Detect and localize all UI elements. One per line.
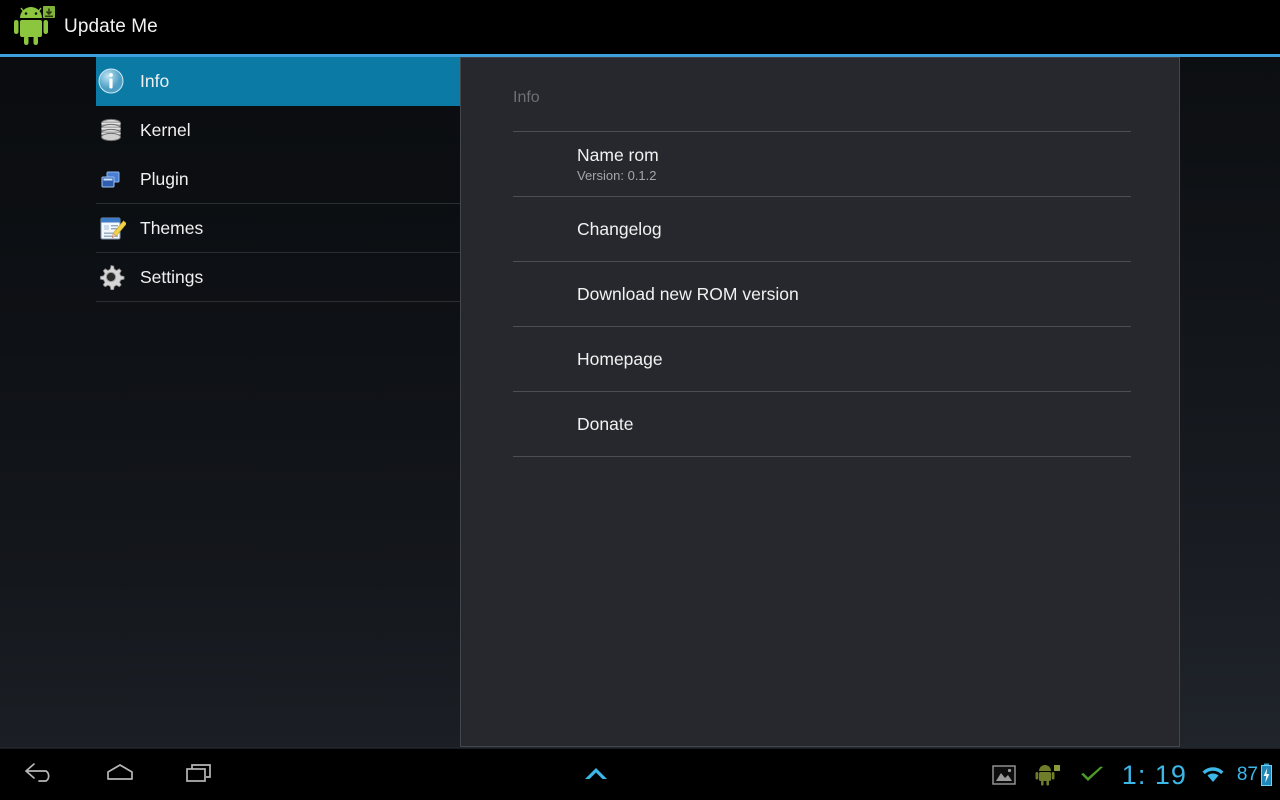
sidebar-item-label: Plugin bbox=[140, 168, 189, 189]
android-download-icon bbox=[10, 5, 56, 49]
content-panel: Info Name rom Version: 0.1.2 Changelog D… bbox=[460, 57, 1180, 747]
notepad-pencil-icon bbox=[96, 213, 128, 243]
list-item-donate[interactable]: Donate bbox=[513, 392, 1131, 456]
info-icon bbox=[96, 66, 126, 96]
wifi-icon[interactable] bbox=[1191, 749, 1235, 800]
list-item-title: Download new ROM version bbox=[577, 284, 799, 304]
sidebar-item-label: Info bbox=[140, 70, 170, 91]
clock[interactable]: 1: 19 bbox=[1114, 749, 1191, 800]
list-item-title: Homepage bbox=[577, 349, 663, 369]
home-icon bbox=[103, 761, 137, 790]
panel-section-header: Info bbox=[513, 89, 540, 106]
recent-apps-button[interactable] bbox=[160, 749, 240, 800]
chevron-up-icon bbox=[581, 762, 611, 789]
app-title: Update Me bbox=[64, 16, 158, 37]
back-arrow-icon bbox=[23, 761, 57, 790]
sidebar-item-plugin[interactable]: Plugin bbox=[96, 155, 460, 204]
sidebar-item-themes[interactable]: Themes bbox=[96, 204, 460, 253]
list-item-homepage[interactable]: Homepage bbox=[513, 327, 1131, 391]
expand-up-button[interactable] bbox=[556, 749, 636, 800]
home-button[interactable] bbox=[80, 749, 160, 800]
content-panel-inner: Info Name rom Version: 0.1.2 Changelog D… bbox=[462, 59, 1178, 745]
sidebar-item-info[interactable]: Info bbox=[96, 57, 460, 106]
app-title-bar: Update Me bbox=[0, 0, 1280, 54]
list-item-title: Name rom bbox=[577, 144, 659, 165]
battery-percent[interactable]: 87 bbox=[1235, 764, 1258, 786]
tablet-screen: Update Me Info Kernel Plugin Themes Sett… bbox=[0, 0, 1280, 800]
list-item-subtitle: Version: 0.1.2 bbox=[577, 167, 657, 183]
list-item-changelog[interactable]: Changelog bbox=[513, 197, 1131, 261]
list-item-title: Changelog bbox=[577, 219, 662, 239]
green-check-icon[interactable] bbox=[1070, 749, 1114, 800]
list-item-download-new-rom-version[interactable]: Download new ROM version bbox=[513, 262, 1131, 326]
sidebar: Info Kernel Plugin Themes Settings bbox=[0, 57, 460, 747]
battery-charging-icon[interactable] bbox=[1258, 749, 1274, 800]
sidebar-item-kernel[interactable]: Kernel bbox=[96, 106, 460, 155]
list-item-title: Donate bbox=[577, 414, 634, 434]
recent-apps-icon bbox=[183, 761, 217, 790]
gear-icon bbox=[96, 262, 126, 292]
list-item-name-rom[interactable]: Name rom Version: 0.1.2 bbox=[513, 132, 1131, 196]
database-icon bbox=[96, 115, 126, 145]
back-button[interactable] bbox=[0, 749, 80, 800]
status-cluster[interactable]: 1: 19 87 bbox=[982, 749, 1274, 800]
android-update-icon[interactable] bbox=[1026, 749, 1070, 800]
system-navigation-bar: 1: 19 87 bbox=[0, 748, 1280, 800]
list-divider bbox=[513, 456, 1131, 457]
sidebar-item-label: Kernel bbox=[140, 119, 191, 140]
sidebar-item-settings[interactable]: Settings bbox=[96, 253, 460, 302]
info-list: Name rom Version: 0.1.2 Changelog Downlo… bbox=[513, 131, 1131, 457]
sidebar-item-label: Settings bbox=[140, 266, 204, 287]
windows-icon bbox=[96, 164, 126, 194]
screenshot-image-icon[interactable] bbox=[982, 749, 1026, 800]
sidebar-item-label: Themes bbox=[140, 217, 204, 238]
